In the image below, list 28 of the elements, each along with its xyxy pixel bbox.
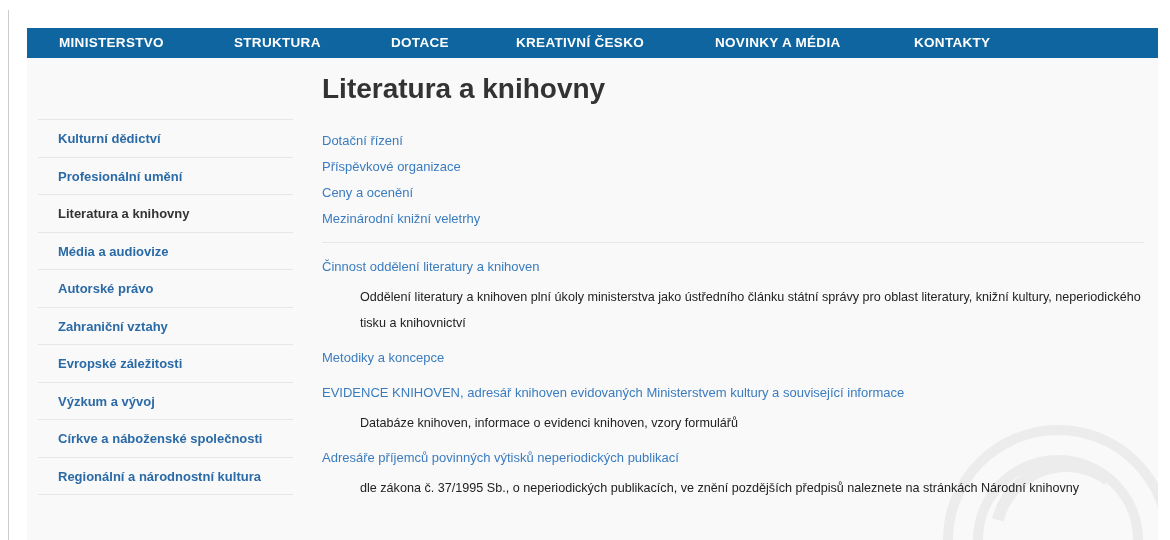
sidebar-item[interactable]: Regionální a národnostní kultura: [38, 456, 293, 494]
section-description: Oddělení literatury a knihoven plní úkoly ministerstva jako ústředního článku státní správy pro oblast literatury, knižní kultury, neperiodického tisku a knihovnictví: [360, 288, 1142, 332]
quick-link[interactable]: Dotační řízení: [322, 127, 1144, 154]
sidebar-item[interactable]: Média a audiovize: [38, 231, 293, 269]
sidebar-item[interactable]: Literatura a knihovny: [38, 194, 293, 232]
nav-link[interactable]: STRUKTURA: [234, 28, 391, 58]
sidebar-item[interactable]: Profesionální umění: [38, 156, 293, 194]
section-link[interactable]: Činnost oddělení literatury a knihoven: [322, 248, 540, 284]
sidebar-item[interactable]: Zahraniční vztahy: [38, 306, 293, 344]
nav-link[interactable]: MINISTERSTVO: [59, 28, 234, 58]
quick-link[interactable]: Ceny a ocenění: [322, 179, 1144, 206]
section-description: Databáze knihoven, informace o evidenci knihoven, vzory formulářů: [360, 414, 739, 432]
section-description: dle zákona č. 37/1995 Sb., o neperiodických publikacích, ve znění pozdějších předpisů naleznete na stránkách Národní knihovny: [360, 479, 1080, 497]
section-link[interactable]: Metodiky a koncepce: [322, 339, 445, 375]
sidebar-item[interactable]: Kulturní dědictví: [38, 119, 293, 157]
nav-link[interactable]: DOTACE: [391, 28, 516, 58]
page-title: Literatura a knihovny: [322, 72, 607, 106]
quick-link[interactable]: Mezinárodní knižní veletrhy: [322, 205, 1144, 232]
sidebar-item[interactable]: Evropské záležitosti: [38, 344, 293, 382]
nav-link[interactable]: NOVINKY A MÉDIA: [715, 28, 914, 58]
sidebar-item[interactable]: Církve a náboženské společnosti: [38, 419, 293, 457]
sidebar-item[interactable]: Výzkum a vývoj: [38, 381, 293, 419]
sidebar-item[interactable]: Autorské právo: [38, 269, 293, 307]
quick-link[interactable]: Příspěvkové organizace: [322, 153, 1144, 180]
nav-link[interactable]: KONTAKTY: [914, 28, 1014, 58]
section-link[interactable]: Adresáře příjemců povinných výtisků neperiodických publikací: [322, 439, 679, 475]
section-link[interactable]: EVIDENCE KNIHOVEN, adresář knihoven evidovaných Ministerstvem kultury a související informace: [322, 374, 905, 410]
nav-link[interactable]: KREATIVNÍ ČESKO: [516, 28, 715, 58]
